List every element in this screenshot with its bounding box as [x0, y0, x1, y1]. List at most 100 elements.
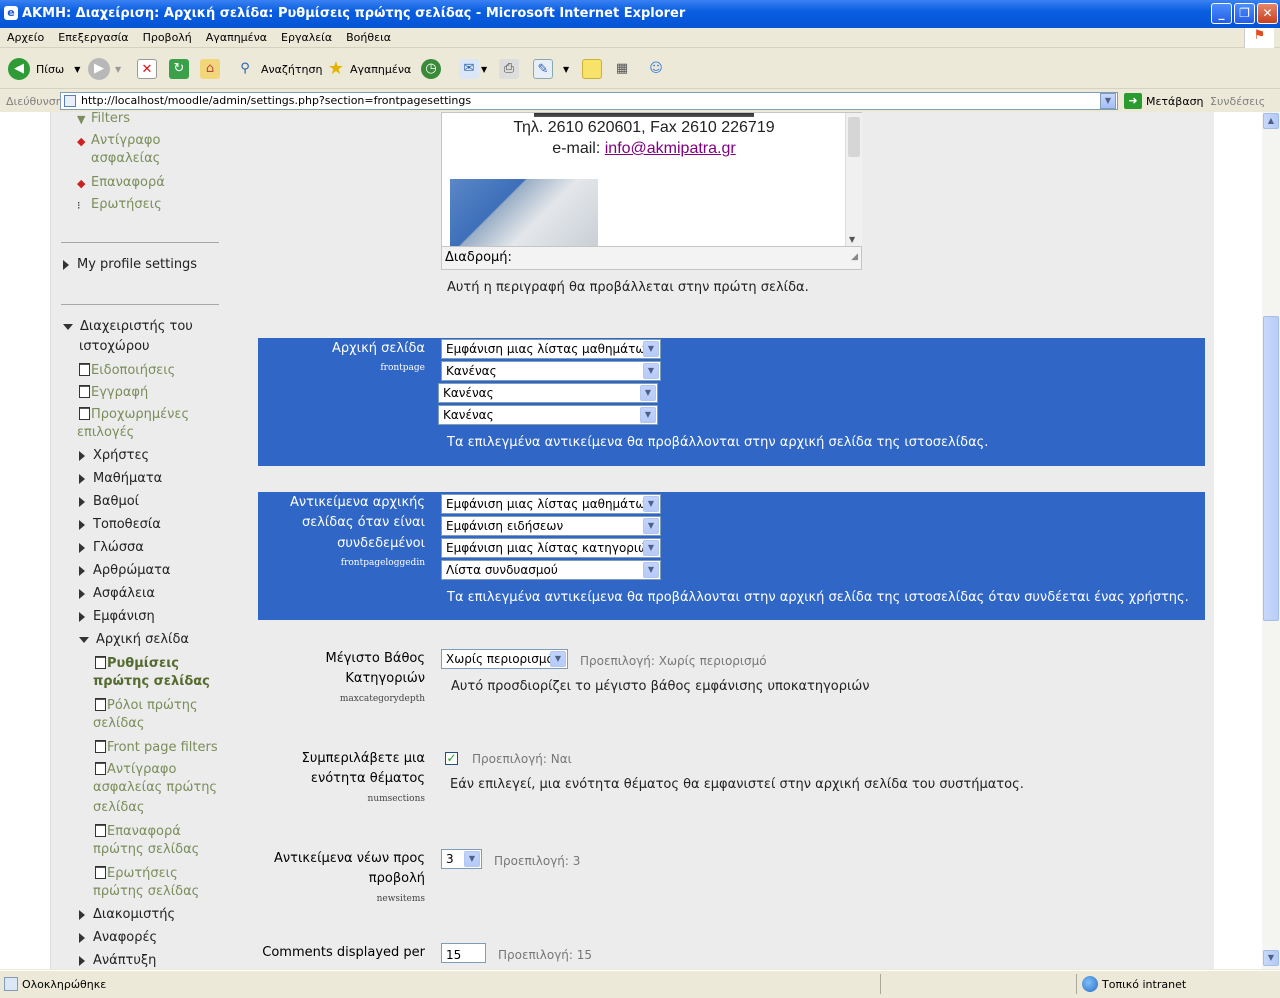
collapsed-arrow-icon — [79, 519, 85, 530]
scroll-down-icon[interactable]: ▼ — [1263, 950, 1279, 966]
sidebar-item-fp-filters[interactable]: Front page filters — [95, 739, 218, 757]
scroll-down-icon[interactable]: ▼ — [849, 235, 855, 244]
sidebar-item-advanced[interactable]: Προχωρημένες — [79, 406, 189, 424]
sidebar-item-grades[interactable]: Βαθμοί — [79, 493, 139, 511]
menu-tools[interactable]: Εργαλεία — [274, 28, 339, 48]
frontpage-select-1[interactable]: Εμφάνιση μιας λίστας μαθημάτων ▼ — [441, 339, 661, 359]
sidebar-item-reports[interactable]: Αναφορές — [79, 929, 157, 947]
sidebar-item-fp-roles-cont[interactable]: σελίδας — [93, 715, 145, 733]
menu-favorites[interactable]: Αγαπημένα — [199, 28, 274, 48]
frontpageloggedin-select-1[interactable]: Εμφάνιση μιας λίστας μαθημάτων ▼ — [441, 494, 661, 514]
print-button[interactable]: ⎙ — [499, 57, 519, 81]
frontpage-select-2[interactable]: Κανένας ▼ — [441, 361, 661, 381]
sidebar-item-appearance[interactable]: Εμφάνιση — [79, 608, 155, 626]
mail-button[interactable]: ✉ ▼ — [459, 57, 487, 81]
sidebar-item-development[interactable]: Ανάπτυξη — [79, 952, 156, 969]
sidebar-item-modules[interactable]: Αρθρώματα — [79, 562, 170, 580]
maximize-button[interactable]: ❐ — [1234, 3, 1255, 24]
status-divider — [880, 974, 881, 994]
sidebar-item-fp-settings-cont[interactable]: πρώτης σελίδας — [93, 673, 210, 691]
search-button[interactable]: ⚲ Αναζήτηση — [235, 57, 322, 81]
favorites-button[interactable]: ★ Αγαπημένα — [326, 57, 411, 81]
stop-button[interactable]: ✕ — [137, 57, 157, 81]
back-button[interactable]: ◀ Πίσω ▼ — [8, 57, 80, 81]
editor-email-link[interactable]: info@akmipatra.gr — [605, 140, 736, 157]
frontpage-select-3[interactable]: Κανένας ▼ — [438, 383, 658, 403]
go-button[interactable]: ➜ Μετάβαση — [1124, 93, 1204, 109]
sidebar-item-location[interactable]: Τοποθεσία — [79, 516, 161, 534]
sidebar-item-fp-settings-active[interactable]: Ρυθμίσεις — [95, 655, 179, 673]
history-button[interactable]: ◷ — [421, 57, 441, 81]
frontpage-select-4[interactable]: Κανένας ▼ — [438, 405, 658, 425]
sidebar-item-fp-roles[interactable]: Ρόλοι πρώτης — [95, 697, 198, 715]
sidebar-item-restore[interactable]: ◆ Επαναφορά — [77, 174, 165, 192]
sidebar-item-courses[interactable]: Μαθήματα — [79, 470, 162, 488]
sidebar-item-site-admin[interactable]: Διαχειριστής του — [63, 318, 193, 336]
address-label: Διεύθυνση — [6, 95, 63, 108]
address-dropdown-icon[interactable]: ▼ — [1100, 93, 1116, 109]
sidebar-item-language[interactable]: Γλώσσα — [79, 539, 144, 557]
sidebar-item-fp-backup-cont[interactable]: ασφαλείας πρώτης — [93, 779, 217, 797]
comments-input[interactable]: 15 — [441, 943, 486, 963]
edit-dropdown-icon: ▼ — [563, 64, 570, 74]
sidebar-item-my-profile[interactable]: My profile settings — [63, 256, 197, 274]
chevron-down-icon: ▼ — [643, 562, 659, 578]
forward-button[interactable]: ▶ ▼ — [88, 57, 121, 81]
edit-button[interactable]: ✎ ▼ — [533, 57, 569, 81]
sidebar-item-notifications[interactable]: Ειδοποιήσεις — [79, 362, 175, 380]
sidebar-item-fp-restore-cont[interactable]: πρώτης σελίδας — [93, 841, 199, 859]
scroll-up-icon[interactable]: ▲ — [1263, 113, 1279, 129]
frontpageloggedin-select-2[interactable]: Εμφάνιση ειδήσεων ▼ — [441, 516, 661, 536]
newsitems-select[interactable]: 3 ▼ — [441, 849, 482, 869]
maxcategorydepth-label-1: Μέγιστο Βάθος — [325, 651, 425, 666]
menu-file[interactable]: Αρχείο — [0, 28, 51, 48]
editor-content[interactable]: Τηλ. 2610 620601, Fax 2610 226719 e-mail… — [442, 113, 846, 246]
discuss-button[interactable] — [582, 57, 602, 81]
expanded-arrow-icon — [63, 323, 73, 330]
sidebar-item-fp-backup[interactable]: Αντίγραφο — [95, 761, 176, 779]
refresh-button[interactable]: ↻ — [169, 57, 189, 81]
back-dropdown-icon[interactable]: ▼ — [74, 65, 80, 74]
settings-form: Τηλ. 2610 620601, Fax 2610 226719 e-mail… — [240, 112, 1214, 969]
editor-scroll-thumb[interactable] — [848, 117, 860, 157]
resize-grip-icon[interactable]: ◢ — [851, 246, 858, 268]
go-label: Μετάβαση — [1146, 94, 1204, 108]
links-label[interactable]: Συνδέσεις — [1210, 95, 1265, 108]
numsections-checkbox[interactable]: ✓ — [445, 752, 458, 765]
frontpageloggedin-select-4[interactable]: Λίστα συνδυασμού ▼ — [441, 560, 661, 580]
sidebar-item-frontpage[interactable]: Αρχική σελίδα — [79, 631, 189, 649]
close-button[interactable]: ✕ — [1257, 3, 1278, 24]
sidebar-item-users[interactable]: Χρήστες — [79, 447, 149, 465]
checkmark-icon: ✓ — [446, 751, 457, 765]
research-button[interactable]: ▦ — [612, 57, 632, 81]
menu-edit[interactable]: Επεξεργασία — [51, 28, 135, 48]
menu-view[interactable]: Προβολή — [136, 28, 199, 48]
sidebar-item-backup[interactable]: ◆ Αντίγραφο ασφαλείας — [77, 132, 191, 168]
newsitems-label-1: Αντικείμενα νέων προς — [274, 851, 425, 866]
home-button[interactable]: ⌂ — [200, 57, 220, 81]
chevron-down-icon: ▼ — [464, 851, 480, 867]
address-input[interactable]: http://localhost/moodle/admin/settings.p… — [60, 92, 1118, 110]
frontpageloggedin-select-3[interactable]: Εμφάνιση μιας λίστας κατηγοριών ▼ — [441, 538, 661, 558]
sidebar-item-fp-backup-cont2[interactable]: σελίδας — [93, 799, 145, 817]
messenger-button[interactable]: ☺ — [646, 57, 666, 81]
summary-html-editor[interactable]: Τηλ. 2610 620601, Fax 2610 226719 e-mail… — [441, 112, 862, 270]
sidebar-item-server[interactable]: Διακομιστής — [79, 906, 175, 924]
menu-help[interactable]: Βοήθεια — [339, 28, 398, 48]
editor-scrollbar[interactable]: ▼ — [845, 113, 862, 246]
sidebar-item-fp-restore[interactable]: Επαναφορά — [95, 823, 181, 841]
minimize-button[interactable]: _ — [1211, 3, 1232, 24]
sidebar-item-filters[interactable]: ▼ Filters — [77, 112, 130, 128]
refresh-icon: ↻ — [169, 59, 189, 79]
scroll-thumb[interactable] — [1263, 316, 1279, 621]
sidebar-item-advanced-cont[interactable]: επιλογές — [77, 424, 134, 442]
maxcategorydepth-select[interactable]: Χωρίς περιορισμό ▼ — [441, 649, 568, 669]
collapsed-arrow-icon — [63, 259, 69, 270]
sidebar-item-registration[interactable]: Εγγραφή — [79, 384, 148, 402]
sidebar-item-fp-questions-cont[interactable]: πρώτης σελίδας — [93, 883, 199, 901]
sidebar-item-questions[interactable]: ⁝ Ερωτήσεις — [77, 196, 162, 214]
sidebar-item-fp-questions[interactable]: Ερωτήσεις — [95, 865, 178, 883]
sidebar-item-site-admin-cont: ιστοχώρου — [79, 339, 150, 354]
sidebar-item-security[interactable]: Ασφάλεια — [79, 585, 155, 603]
page-scrollbar[interactable]: ▲ ▼ — [1262, 112, 1280, 969]
